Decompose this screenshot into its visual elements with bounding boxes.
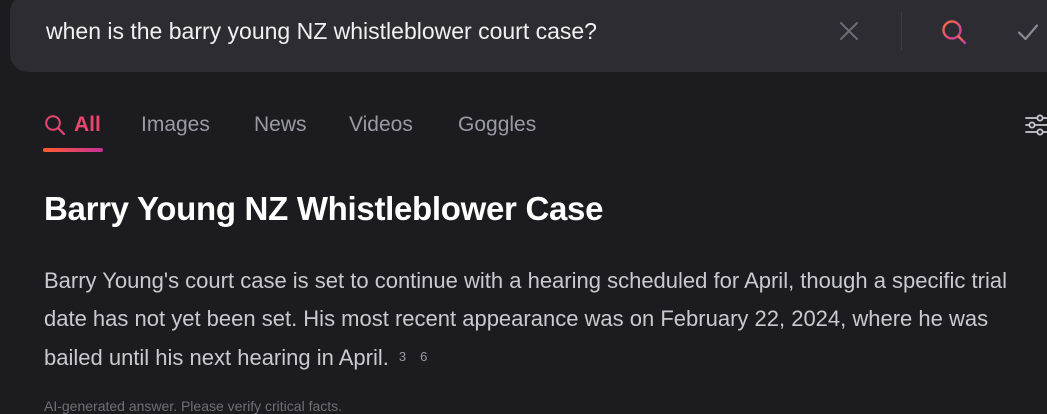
tab-all-label: All [74, 113, 101, 136]
active-tab-indicator [43, 148, 103, 152]
tab-goggles[interactable]: Goggles [458, 113, 536, 137]
close-icon[interactable] [838, 20, 860, 42]
answer-text: Barry Young's court case is set to conti… [44, 262, 1024, 377]
search-icon[interactable] [940, 18, 968, 46]
search-icon [45, 115, 66, 136]
tab-images[interactable]: Images [141, 113, 210, 137]
answer-title: Barry Young NZ Whistleblower Case [44, 190, 604, 227]
search-tabs: All Images News Videos Goggles [0, 108, 1047, 152]
citation-link[interactable]: 6 [420, 338, 427, 376]
tab-all[interactable]: All [44, 113, 101, 137]
ai-disclaimer: AI-generated answer. Please verify criti… [44, 398, 343, 414]
search-bar[interactable]: when is the barry young NZ whistleblower… [10, 0, 1047, 72]
citation-link[interactable]: 3 [399, 338, 406, 376]
tab-news[interactable]: News [254, 113, 307, 137]
check-icon[interactable] [1016, 20, 1040, 44]
tab-videos[interactable]: Videos [349, 113, 413, 137]
answer-body: Barry Young's court case is set to conti… [44, 268, 1007, 370]
search-input[interactable]: when is the barry young NZ whistleblower… [46, 18, 597, 45]
sliders-icon[interactable] [1025, 112, 1047, 138]
search-divider [901, 12, 902, 50]
